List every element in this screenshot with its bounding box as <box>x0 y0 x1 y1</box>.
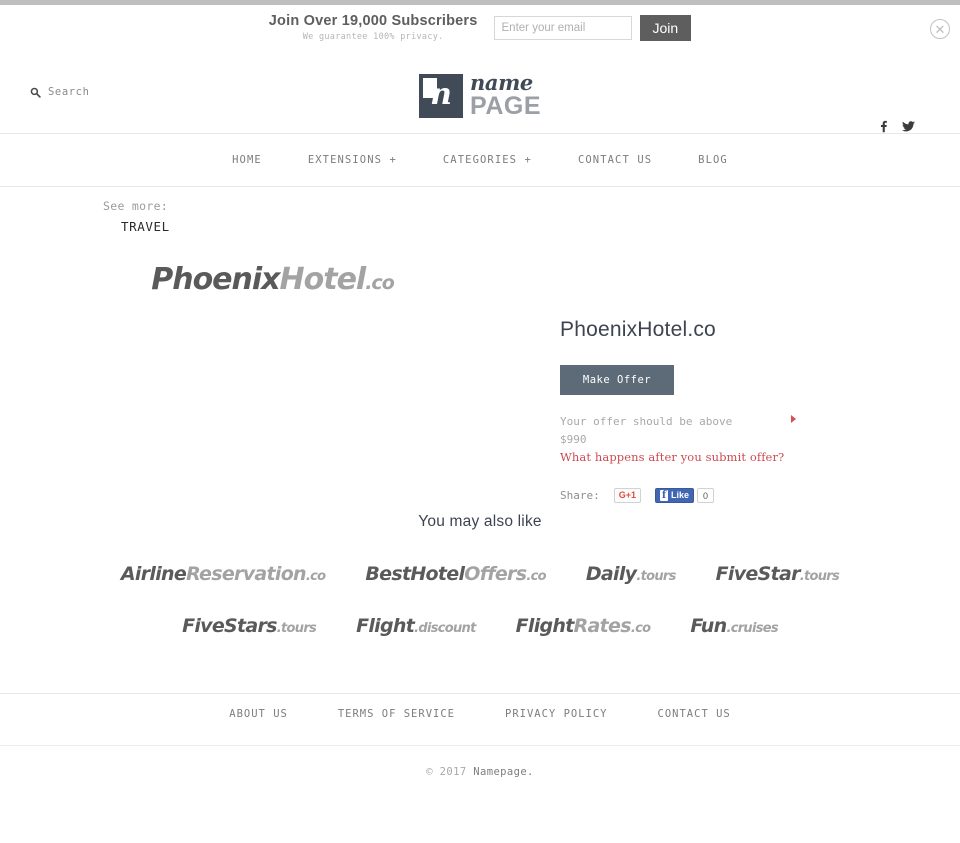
footer-nav: ABOUT US TERMS OF SERVICE PRIVACY POLICY… <box>0 708 960 720</box>
domain-name-heading: PhoenixHotel.co <box>560 318 716 341</box>
related-domain-tld: .tours <box>276 621 317 636</box>
see-more-category[interactable]: TRAVEL <box>121 219 170 234</box>
footer-divider <box>0 693 960 694</box>
related-domain[interactable]: Flight.discount <box>336 615 496 637</box>
offer-panel: PhoenixHotel.co Make Offer Your offer sh… <box>560 318 890 503</box>
nav-item-extensions[interactable]: EXTENSIONS + <box>285 154 420 166</box>
domain-art-tld: .co <box>365 272 395 294</box>
facebook-like-count: 0 <box>697 488 715 503</box>
search-icon <box>30 87 41 98</box>
site-header: Search n name PAGE <box>0 51 960 134</box>
facebook-like-widget[interactable]: f Like 0 <box>655 488 715 503</box>
related-domain-part1: FiveStars <box>182 615 277 637</box>
make-offer-button[interactable]: Make Offer <box>560 365 674 395</box>
related-domain-part2: Offers <box>464 563 527 585</box>
search-button[interactable]: Search <box>30 86 90 98</box>
nav-item-home[interactable]: HOME <box>209 154 285 166</box>
copyright: © 2017 Namepage. <box>0 766 960 778</box>
related-domain[interactable]: FiveStars.tours <box>162 615 336 637</box>
related-domain-tld: .cruises <box>726 621 778 636</box>
logo-word-name: name <box>470 70 533 95</box>
also-like-title: You may also like <box>418 513 542 530</box>
subscribe-banner: Join Over 19,000 Subscribers We guarante… <box>0 5 960 51</box>
domain-artwork: PhoenixHotel.co <box>0 262 545 297</box>
also-like-row: FiveStars.tours Flight.discount FlightRa… <box>0 600 960 652</box>
related-domain-part1: Flight <box>515 615 575 637</box>
join-button[interactable]: Join <box>639 15 692 41</box>
arrow-right-icon <box>791 415 796 423</box>
footer-link-contact-us[interactable]: CONTACT US <box>633 708 756 720</box>
related-domain[interactable]: AirlineReservation.co <box>101 563 345 585</box>
related-domain[interactable]: FiveStar.tours <box>696 563 859 585</box>
facebook-icon[interactable] <box>877 120 890 133</box>
google-plus-label: G+1 <box>618 490 637 500</box>
footer-link-privacy-policy[interactable]: PRIVACY POLICY <box>480 708 633 720</box>
share-row: Share: G+1 f Like 0 <box>560 488 890 503</box>
share-label: Share: <box>560 489 600 502</box>
related-domain-part2: Rates <box>573 615 632 637</box>
minimum-offer-amount: $990 <box>560 432 587 446</box>
also-like-row: AirlineReservation.co BestHotelOffers.co… <box>0 548 960 600</box>
logo-word-page: PAGE <box>470 92 541 120</box>
related-domain-tld: .co <box>305 569 326 584</box>
also-like-grid: AirlineReservation.co BestHotelOffers.co… <box>0 548 960 652</box>
related-domain-tld: .co <box>630 621 651 636</box>
logo-wordmark: name PAGE <box>470 72 541 119</box>
related-domain-part1: Airline <box>120 563 187 585</box>
facebook-like-label: Like <box>671 490 690 500</box>
see-more-block: See more: TRAVEL <box>103 199 170 236</box>
close-icon[interactable]: ✕ <box>930 19 950 39</box>
related-domain-tld: .discount <box>414 621 476 636</box>
related-domain-part1: Fun <box>690 615 727 637</box>
nav-item-categories[interactable]: CATEGORIES + <box>420 154 555 166</box>
see-more-label: See more: <box>103 199 169 213</box>
related-domain-part1: FiveStar <box>715 563 801 585</box>
logo-mark-icon: n <box>419 73 463 118</box>
related-domain[interactable]: BestHotelOffers.co <box>345 563 565 585</box>
domain-art-part2: Hotel <box>279 262 367 297</box>
related-domain[interactable]: Daily.tours <box>566 563 696 585</box>
search-label: Search <box>48 86 90 98</box>
nav-item-blog[interactable]: BLOG <box>675 154 751 166</box>
related-domain-part1: Flight <box>356 615 415 637</box>
email-input[interactable] <box>493 16 632 40</box>
facebook-icon: f <box>660 490 669 501</box>
related-domain-tld: .tours <box>799 569 840 584</box>
offer-help-link[interactable]: What happens after you submit offer? <box>560 450 784 464</box>
subscribe-title: Join Over 19,000 Subscribers <box>268 13 478 29</box>
related-domain-part1: Daily <box>585 563 637 585</box>
related-domain-part2: Reservation <box>186 563 307 585</box>
logo-mark-letter: n <box>430 76 452 112</box>
minimum-offer-line1: Your offer should be above <box>560 415 733 428</box>
google-plus-button[interactable]: G+1 <box>613 488 642 503</box>
page-root: Join Over 19,000 Subscribers We guarante… <box>0 0 960 843</box>
related-domain[interactable]: Fun.cruises <box>670 615 798 637</box>
copyright-prefix: © 2017 <box>426 766 474 778</box>
social-links <box>877 120 915 133</box>
related-domain[interactable]: FlightRates.co <box>496 615 671 637</box>
twitter-icon[interactable] <box>902 120 915 133</box>
subscribe-text: Join Over 19,000 Subscribers We guarante… <box>268 13 478 43</box>
related-domain-part1: BestHotel <box>365 563 465 585</box>
copyright-name: Namepage. <box>473 766 534 778</box>
minimum-offer-note: Your offer should be above $990 <box>560 413 796 448</box>
footer-link-terms-of-service[interactable]: TERMS OF SERVICE <box>313 708 480 720</box>
subscribe-subtitle: We guarantee 100% privacy. <box>302 32 444 42</box>
facebook-like-button[interactable]: f Like <box>655 488 695 503</box>
footer-link-about-us[interactable]: ABOUT US <box>204 708 313 720</box>
main-nav: HOME EXTENSIONS + CATEGORIES + CONTACT U… <box>0 134 960 187</box>
related-domain-tld: .co <box>526 569 546 584</box>
domain-art-part1: Phoenix <box>151 262 280 297</box>
site-logo[interactable]: n name PAGE <box>419 72 541 119</box>
footer-divider-2 <box>0 745 960 746</box>
related-domain-tld: .tours <box>636 569 676 584</box>
nav-item-contact-us[interactable]: CONTACT US <box>555 154 675 166</box>
